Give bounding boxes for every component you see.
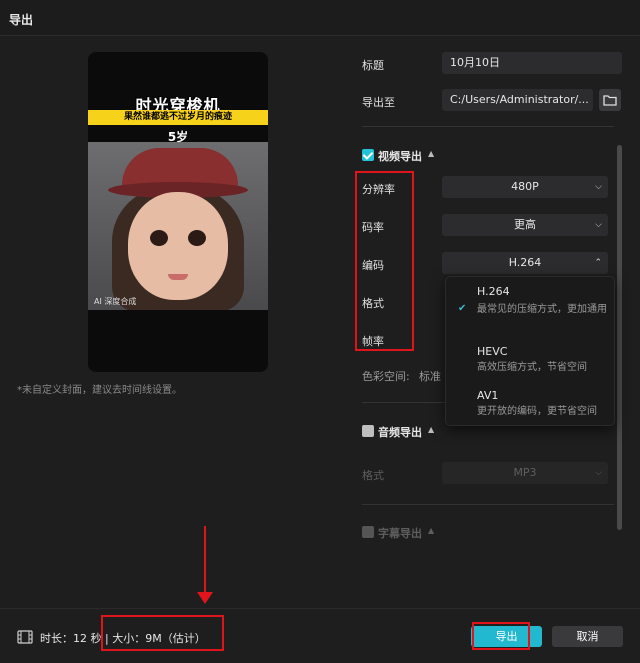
mouth-shape: [168, 274, 188, 280]
audio-format-label: 格式: [362, 469, 384, 482]
title-label: 标题: [362, 59, 384, 72]
resolution-value: 480P: [511, 180, 539, 193]
face-shape: [128, 192, 228, 300]
codec-option-hevc[interactable]: HEVC 高效压缩方式，节省空间: [446, 339, 616, 381]
divider: [362, 504, 614, 505]
audio-format-select[interactable]: MP3 ⌵: [442, 462, 608, 484]
footer-bar: 时长：12 秒 | 大小：9M（估计） 导出 取消: [0, 608, 640, 663]
codec-option-desc: 最常见的压缩方式，更加通用: [477, 304, 607, 315]
chevron-down-icon: ⌵: [595, 220, 602, 230]
codec-option-name: H.264: [477, 285, 510, 298]
codec-value: H.264: [508, 256, 542, 269]
duration-text: 时长：12 秒: [40, 632, 102, 645]
collapse-caret-icon[interactable]: ▲: [428, 526, 434, 535]
codec-dropdown: H.264 ✔ 最常见的压缩方式，更加通用 HEVC 高效压缩方式，节省空间 A…: [445, 276, 615, 426]
codec-option-av1[interactable]: AV1 更开放的编码，更节省空间: [446, 383, 616, 425]
resolution-select[interactable]: 480P ⌵: [442, 176, 608, 198]
annotation-box-labels: [355, 171, 414, 351]
video-preview: 时光穿梭机 果然谁都逃不过岁月的痕迹 5岁 AI 深度合成: [88, 52, 268, 372]
folder-icon: [603, 95, 617, 106]
annotation-box-size: [101, 615, 224, 651]
bitrate-select[interactable]: 更高 ⌵: [442, 214, 608, 236]
left-eye-shape: [150, 230, 168, 246]
audio-export-checkbox[interactable]: [362, 425, 374, 437]
bitrate-value: 更高: [514, 218, 536, 231]
settings-scrollbar[interactable]: [617, 145, 622, 530]
colorspace-value: 标准: [419, 370, 441, 383]
collapse-caret-icon[interactable]: ▲: [428, 149, 434, 158]
annotation-arrow-head: [197, 592, 213, 604]
codec-option-name: HEVC: [477, 345, 508, 358]
window-title: 导出: [9, 13, 34, 27]
film-icon: [17, 630, 33, 644]
preview-banner-text: 果然谁都逃不过岁月的痕迹: [123, 112, 232, 122]
export-path-input[interactable]: C:/Users/Administrator/...: [442, 89, 593, 111]
checkmark-icon: ✔: [458, 303, 467, 314]
title-bar: 导出: [0, 0, 640, 36]
video-export-label: 视频导出: [378, 150, 422, 163]
export-to-label: 导出至: [362, 96, 395, 109]
video-export-checkbox[interactable]: [362, 149, 374, 161]
cancel-button[interactable]: 取消: [552, 626, 623, 647]
audio-format-value: MP3: [513, 466, 537, 479]
preview-panel: 时光穿梭机 果然谁都逃不过岁月的痕迹 5岁 AI 深度合成 *未自定义封面，建议…: [0, 37, 340, 607]
colorspace-label: 色彩空间:: [362, 370, 410, 383]
preview-banner: 果然谁都逃不过岁月的痕迹: [88, 110, 268, 125]
preview-photo: [88, 142, 268, 310]
subtitle-export-label: 字幕导出: [378, 527, 422, 540]
browse-folder-button[interactable]: [599, 89, 621, 111]
codec-option-desc: 高效压缩方式，节省空间: [477, 362, 587, 373]
codec-option-h264[interactable]: H.264 ✔ 最常见的压缩方式，更加通用: [446, 277, 616, 337]
codec-option-name: AV1: [477, 389, 499, 402]
chevron-down-icon: ⌵: [595, 182, 602, 192]
annotation-box-export: [472, 622, 530, 650]
subtitle-export-checkbox[interactable]: [362, 526, 374, 538]
annotation-arrow: [204, 526, 206, 596]
collapse-caret-icon[interactable]: ▲: [428, 425, 434, 434]
cover-hint: *未自定义封面，建议去时间线设置。: [17, 385, 182, 396]
divider: [362, 126, 614, 127]
ai-watermark: AI 深度合成: [94, 297, 137, 306]
chevron-up-icon: ⌃: [594, 258, 602, 268]
title-input[interactable]: 10月10日: [442, 52, 622, 74]
audio-export-label: 音频导出: [378, 426, 422, 439]
chevron-down-icon: ⌵: [595, 468, 602, 478]
codec-select[interactable]: H.264 ⌃: [442, 252, 608, 274]
right-eye-shape: [188, 230, 206, 246]
codec-option-desc: 更开放的编码，更节省空间: [477, 406, 597, 417]
